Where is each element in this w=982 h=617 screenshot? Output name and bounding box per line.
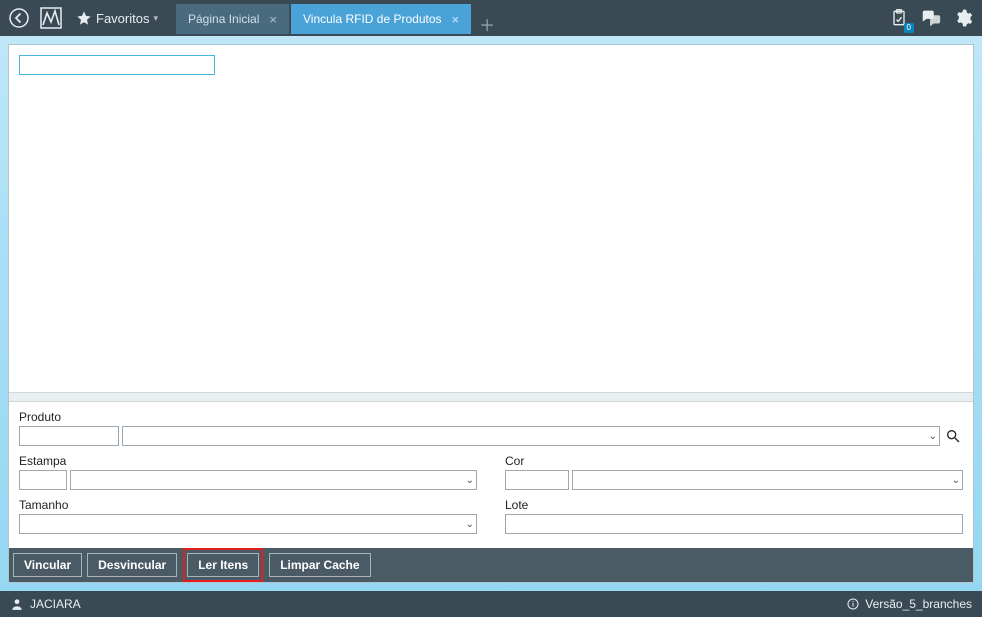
- clipboard-button[interactable]: 0: [886, 5, 912, 31]
- lote-input[interactable]: [505, 514, 963, 534]
- favorites-label: Favoritos: [96, 11, 149, 26]
- gear-icon: [953, 8, 973, 28]
- messages-button[interactable]: [918, 5, 944, 31]
- tab-label: Vincula RFID de Produtos: [303, 12, 442, 26]
- tab-vincula-rfid[interactable]: Vincula RFID de Produtos ×: [291, 4, 471, 34]
- vincular-button[interactable]: Vincular: [13, 553, 82, 577]
- limpar-cache-button[interactable]: Limpar Cache: [269, 553, 370, 577]
- desvincular-button[interactable]: Desvincular: [87, 553, 177, 577]
- close-icon[interactable]: ×: [269, 12, 277, 27]
- scan-input[interactable]: [19, 55, 215, 75]
- home-logo-icon[interactable]: [38, 5, 64, 31]
- produto-dropdown[interactable]: ⌄: [122, 426, 940, 446]
- info-icon: [847, 598, 859, 610]
- workspace: Produto ⌄ Estampa ⌄: [0, 36, 982, 591]
- cor-code-input[interactable]: [505, 470, 569, 490]
- status-version: Versão_5_branches: [865, 597, 972, 611]
- chevron-down-icon: ⌄: [952, 475, 960, 486]
- produto-label: Produto: [19, 410, 963, 424]
- tamanho-dropdown[interactable]: ⌄: [19, 514, 477, 534]
- cor-label: Cor: [505, 454, 963, 468]
- estampa-code-input[interactable]: [19, 470, 67, 490]
- estampa-dropdown[interactable]: ⌄: [70, 470, 477, 490]
- produto-search-button[interactable]: [943, 426, 963, 446]
- highlight-ler-itens: Ler Itens: [183, 548, 263, 582]
- tab-label: Página Inicial: [188, 12, 259, 26]
- tamanho-label: Tamanho: [19, 498, 477, 512]
- back-button[interactable]: [6, 5, 32, 31]
- favorites-menu[interactable]: Favoritos ▾: [70, 5, 164, 31]
- chat-icon: [920, 8, 942, 28]
- chevron-down-icon: ⌄: [466, 475, 474, 486]
- main-panel: Produto ⌄ Estampa ⌄: [8, 44, 974, 583]
- ler-itens-button[interactable]: Ler Itens: [187, 553, 259, 577]
- chevron-down-icon: ⌄: [466, 519, 474, 530]
- topbar: Favoritos ▾ Página Inicial × Vincula RFI…: [0, 0, 982, 36]
- statusbar: JACIARA Versão_5_branches: [0, 591, 982, 617]
- search-icon: [945, 428, 961, 444]
- star-icon: [76, 10, 92, 26]
- clipboard-badge: 0: [904, 23, 914, 33]
- cor-dropdown[interactable]: ⌄: [572, 470, 963, 490]
- produto-code-input[interactable]: [19, 426, 119, 446]
- add-tab-button[interactable]: ＋: [477, 14, 497, 34]
- user-icon: [10, 597, 24, 611]
- chevron-down-icon: ▾: [153, 13, 158, 24]
- close-icon[interactable]: ×: [452, 12, 460, 27]
- chevron-down-icon: ⌄: [929, 431, 937, 442]
- filter-area: [9, 45, 973, 85]
- lote-label: Lote: [505, 498, 963, 512]
- tab-strip: Página Inicial × Vincula RFID de Produto…: [176, 2, 497, 34]
- settings-button[interactable]: [950, 5, 976, 31]
- estampa-label: Estampa: [19, 454, 477, 468]
- tab-pagina-inicial[interactable]: Página Inicial ×: [176, 4, 289, 34]
- results-area: [9, 85, 973, 392]
- action-bar: Vincular Desvincular Ler Itens Limpar Ca…: [9, 548, 973, 582]
- status-user: JACIARA: [30, 597, 81, 611]
- form-area: Produto ⌄ Estampa ⌄: [9, 402, 973, 548]
- separator: [9, 392, 973, 402]
